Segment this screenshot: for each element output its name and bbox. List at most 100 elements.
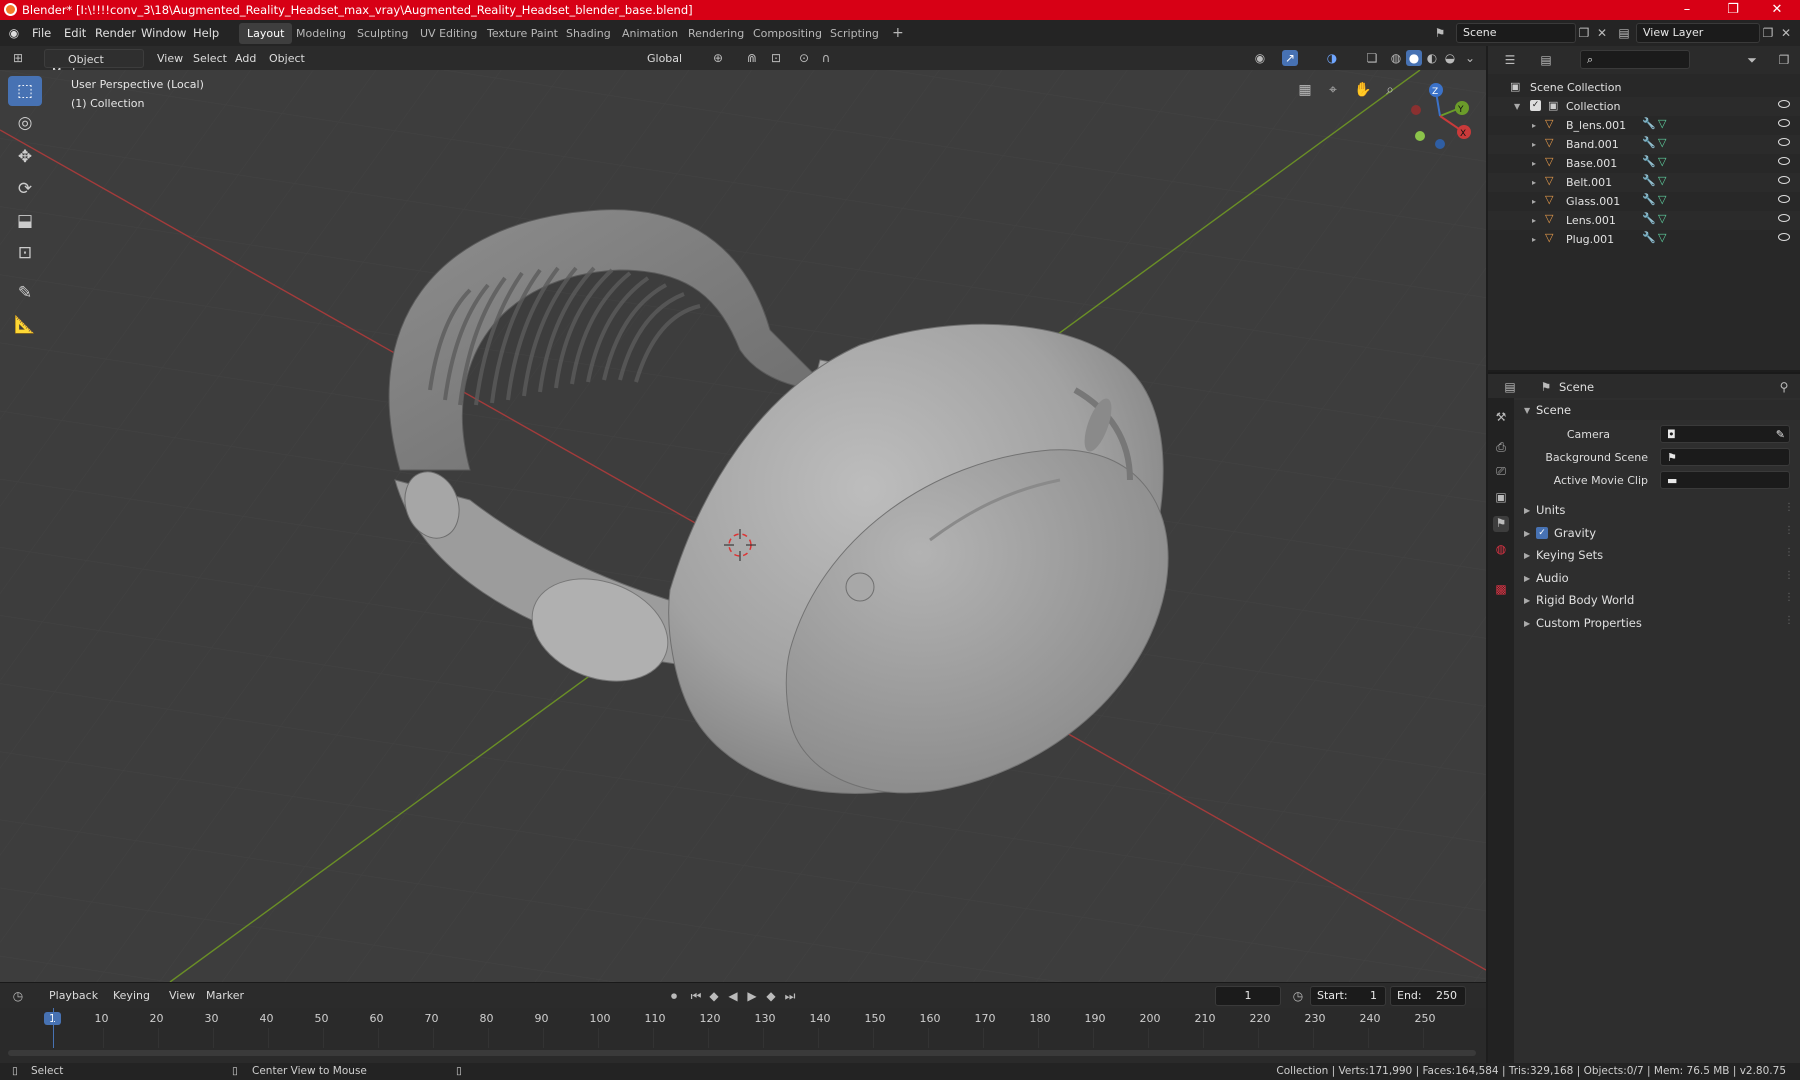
jump-end-icon[interactable]: ⏭ xyxy=(782,988,798,1004)
scene-selector-icon[interactable]: ⚑ xyxy=(1432,25,1448,41)
maximize-button[interactable]: ❐ xyxy=(1710,0,1756,20)
camera-field[interactable]: ◘ ✎ xyxy=(1660,425,1790,443)
navigation-gizmo[interactable]: Z Y X xyxy=(1400,76,1480,156)
property-panel-header[interactable]: ▶ Custom Properties ⋮ xyxy=(1514,613,1800,633)
outliner-object-row[interactable]: ▸ ▽ Belt.001 🔧 ▽ xyxy=(1488,173,1800,192)
xray-icon[interactable]: ❏ xyxy=(1364,50,1380,66)
tab-compositing[interactable]: Compositing xyxy=(745,23,830,44)
scene-tab-icon[interactable]: ⚑ xyxy=(1493,516,1509,532)
visibility-eye-icon[interactable] xyxy=(1778,214,1790,222)
property-panel-header[interactable]: ▶ Units ⋮ xyxy=(1514,500,1800,520)
scale-tool-icon[interactable]: ⬓ xyxy=(8,206,42,236)
end-frame-field[interactable]: End: 250 xyxy=(1390,986,1466,1006)
pivot-icon[interactable]: ⊕ xyxy=(710,50,726,66)
gizmo-toggle-icon[interactable]: ↗ xyxy=(1282,50,1298,66)
3d-viewport[interactable]: ⬚ ◎ ✥ ⟳ ⬓ ⊡ ✎ 📐 User Perspective (Local)… xyxy=(0,70,1486,982)
object-expand-icon[interactable]: ▸ xyxy=(1532,197,1536,206)
cursor-tool-icon[interactable]: ◎ xyxy=(8,108,42,138)
modifier-icon[interactable]: 🔧 xyxy=(1642,117,1656,130)
mesh-data-icon[interactable]: ▽ xyxy=(1658,174,1666,187)
blender-menu-icon[interactable]: ◉ xyxy=(6,25,22,41)
annotate-tool-icon[interactable]: ✎ xyxy=(8,278,42,308)
close-button[interactable]: ✕ xyxy=(1754,0,1800,20)
collection-visibility-icon[interactable] xyxy=(1778,100,1790,108)
transform-tool-icon[interactable]: ⊡ xyxy=(8,238,42,268)
tab-layout[interactable]: Layout xyxy=(239,23,293,44)
outliner-object-row[interactable]: ▸ ▽ Base.001 🔧 ▽ xyxy=(1488,154,1800,173)
start-frame-field[interactable]: Start: 1 xyxy=(1310,986,1386,1006)
modifier-icon[interactable]: 🔧 xyxy=(1642,231,1656,244)
play-reverse-icon[interactable]: ◀ xyxy=(725,988,741,1004)
minimize-button[interactable]: – xyxy=(1664,0,1710,20)
zoom-icon[interactable]: ⌕ xyxy=(1382,82,1398,98)
next-keyframe-icon[interactable]: ◆ xyxy=(763,988,779,1004)
scene-field[interactable]: Scene xyxy=(1456,23,1576,43)
visibility-icon[interactable]: ◉ xyxy=(1252,50,1268,66)
overlay-toggle-icon[interactable]: ◑ xyxy=(1324,50,1340,66)
background-scene-field[interactable]: ⚑ xyxy=(1660,448,1790,466)
drag-handle-icon[interactable]: ⋮ xyxy=(1784,502,1794,513)
drag-handle-icon[interactable]: ⋮ xyxy=(1784,570,1794,581)
display-mode-icon[interactable]: ▤ xyxy=(1538,52,1554,68)
camera-view-icon[interactable]: ⌖ xyxy=(1325,82,1341,98)
timeline[interactable]: 1102030405060708090100110120130140150160… xyxy=(0,1008,1486,1063)
falloff-icon[interactable]: ∩ xyxy=(818,50,834,66)
gravity-checkbox[interactable]: ✓ xyxy=(1536,526,1548,539)
view-layer-tab-icon[interactable]: ▣ xyxy=(1493,490,1509,506)
visibility-eye-icon[interactable] xyxy=(1778,119,1790,127)
rendered-shading-icon[interactable]: ◒ xyxy=(1442,50,1458,66)
render-tab-icon[interactable]: ⎙ xyxy=(1493,440,1509,456)
scene-panel-header[interactable]: ▼ Scene xyxy=(1514,400,1800,420)
mesh-data-icon[interactable]: ▽ xyxy=(1658,117,1666,130)
marker-menu[interactable]: Marker xyxy=(199,986,251,1005)
filter-icon[interactable]: ⏷ xyxy=(1744,52,1760,68)
snap-icon[interactable]: ⋒ xyxy=(744,50,760,66)
modifier-icon[interactable]: 🔧 xyxy=(1642,174,1656,187)
outliner-object-row[interactable]: ▸ ▽ B_lens.001 🔧 ▽ xyxy=(1488,116,1800,135)
drag-handle-icon[interactable]: ⋮ xyxy=(1784,525,1794,536)
select-box-tool-icon[interactable]: ⬚ xyxy=(8,76,42,106)
mode-dropdown[interactable]: Object Mode xyxy=(44,49,144,79)
modifier-icon[interactable]: 🔧 xyxy=(1642,155,1656,168)
mesh-data-icon[interactable]: ▽ xyxy=(1658,193,1666,206)
current-frame-field[interactable]: 1 xyxy=(1215,986,1281,1006)
pan-hand-icon[interactable]: ✋ xyxy=(1354,82,1371,98)
mesh-data-icon[interactable]: ▽ xyxy=(1658,155,1666,168)
modifier-icon[interactable]: 🔧 xyxy=(1642,136,1656,149)
mesh-data-icon[interactable]: ▽ xyxy=(1658,231,1666,244)
pin-icon[interactable]: ⚲ xyxy=(1776,379,1792,395)
object-expand-icon[interactable]: ▸ xyxy=(1532,178,1536,187)
property-panel-header[interactable]: ▶ ✓ Gravity ⋮ xyxy=(1514,523,1800,543)
tab-modeling[interactable]: Modeling xyxy=(288,23,354,44)
visibility-eye-icon[interactable] xyxy=(1778,176,1790,184)
object-expand-icon[interactable]: ▸ xyxy=(1532,235,1536,244)
outliner-object-row[interactable]: ▸ ▽ Lens.001 🔧 ▽ xyxy=(1488,211,1800,230)
preview-range-icon[interactable]: ◷ xyxy=(1290,988,1306,1004)
modifier-icon[interactable]: 🔧 xyxy=(1642,193,1656,206)
new-view-layer-icon[interactable]: ❐ xyxy=(1760,25,1776,41)
menu-help[interactable]: Help xyxy=(193,26,219,40)
rotate-tool-icon[interactable]: ⟳ xyxy=(8,174,42,204)
menu-edit[interactable]: Edit xyxy=(64,26,86,40)
active-movie-clip-field[interactable]: ▬ xyxy=(1660,471,1790,489)
menu-select[interactable]: Select xyxy=(186,49,234,68)
menu-object[interactable]: Object xyxy=(262,49,312,68)
menu-view[interactable]: View xyxy=(150,49,190,68)
measure-tool-icon[interactable]: 📐 xyxy=(8,310,42,340)
timeline-view-menu[interactable]: View xyxy=(162,986,202,1005)
drag-handle-icon[interactable]: ⋮ xyxy=(1784,592,1794,603)
new-collection-icon[interactable]: ❐ xyxy=(1776,52,1792,68)
tab-rendering[interactable]: Rendering xyxy=(680,23,752,44)
property-panel-header[interactable]: ▶ Audio ⋮ xyxy=(1514,568,1800,588)
view-layer-icon[interactable]: ▤ xyxy=(1616,25,1632,41)
wireframe-shading-icon[interactable]: ◍ xyxy=(1388,50,1404,66)
material-shading-icon[interactable]: ◐ xyxy=(1424,50,1440,66)
world-tab-icon[interactable]: ◍ xyxy=(1493,542,1509,558)
solid-shading-icon[interactable]: ● xyxy=(1406,50,1422,66)
object-expand-icon[interactable]: ▸ xyxy=(1532,121,1536,130)
outliner-object-row[interactable]: ▸ ▽ Glass.001 🔧 ▽ xyxy=(1488,192,1800,211)
keying-menu[interactable]: Keying xyxy=(106,986,157,1005)
outliner-object-row[interactable]: ▸ ▽ Band.001 🔧 ▽ xyxy=(1488,135,1800,154)
scene-collection-row[interactable]: ▣ Scene Collection xyxy=(1488,78,1800,97)
tab-scripting[interactable]: Scripting xyxy=(822,23,887,44)
